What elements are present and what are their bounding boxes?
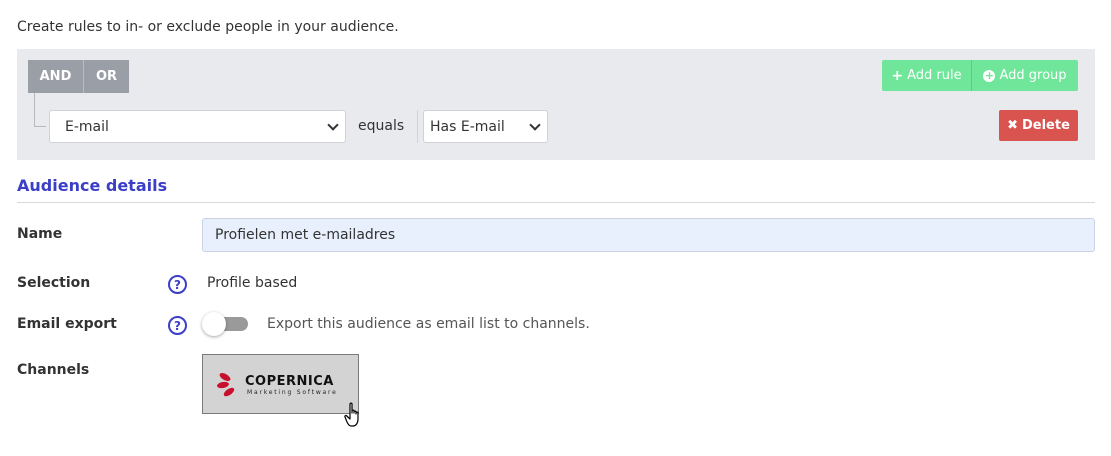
email-export-label: Email export	[17, 316, 117, 332]
add-group-label: Add group	[999, 68, 1067, 83]
help-icon[interactable]: ?	[168, 275, 187, 294]
email-export-toggle[interactable]	[202, 312, 248, 336]
field-select[interactable]: E-mail	[49, 110, 346, 143]
operator-divider	[417, 110, 418, 143]
or-button[interactable]: OR	[84, 60, 129, 93]
x-icon: ✖	[1007, 118, 1018, 133]
name-label: Name	[17, 226, 63, 242]
rule-builder-panel: AND OR E-mail equals Has E-mail + Add ru…	[17, 49, 1095, 160]
circle-plus-icon: +	[983, 69, 996, 82]
name-input[interactable]: Profielen met e-mailadres	[202, 218, 1095, 252]
chevron-down-icon	[529, 119, 541, 131]
value-select[interactable]: Has E-mail	[423, 110, 548, 143]
name-input-value: Profielen met e-mailadres	[215, 227, 396, 243]
section-title: Audience details	[17, 176, 168, 195]
channel-copernica[interactable]: COPERNICA Marketing Software	[202, 354, 359, 414]
section-divider	[17, 202, 1095, 203]
and-button[interactable]: AND	[28, 60, 84, 93]
add-rule-label: Add rule	[907, 68, 962, 83]
logo-subtitle: Marketing Software	[247, 389, 338, 396]
plus-icon: +	[891, 67, 904, 84]
add-button-group: + Add rule + Add group	[882, 60, 1078, 91]
hand-cursor-icon	[344, 402, 359, 427]
logo-name: COPERNICA	[245, 374, 334, 389]
channels-label: Channels	[17, 362, 90, 378]
copernica-logo: COPERNICA Marketing Software	[216, 371, 347, 398]
add-rule-button[interactable]: + Add rule	[882, 60, 972, 91]
chevron-down-icon	[327, 119, 339, 131]
toggle-knob	[202, 312, 226, 336]
add-group-button[interactable]: + Add group	[972, 60, 1078, 91]
selection-value: Profile based	[207, 275, 298, 291]
logic-toggle: AND OR	[28, 60, 129, 93]
intro-text: Create rules to in- or exclude people in…	[17, 19, 399, 35]
delete-label: Delete	[1021, 118, 1070, 133]
delete-button[interactable]: ✖ Delete	[999, 110, 1078, 141]
rule-tree-line	[34, 93, 46, 127]
value-select-value: Has E-mail	[430, 118, 505, 135]
selection-label: Selection	[17, 275, 91, 291]
field-select-value: E-mail	[65, 118, 109, 135]
copernica-logo-icon	[216, 371, 243, 398]
help-icon[interactable]: ?	[168, 316, 187, 335]
operator-label: equals	[358, 118, 405, 134]
email-export-description: Export this audience as email list to ch…	[267, 316, 590, 332]
